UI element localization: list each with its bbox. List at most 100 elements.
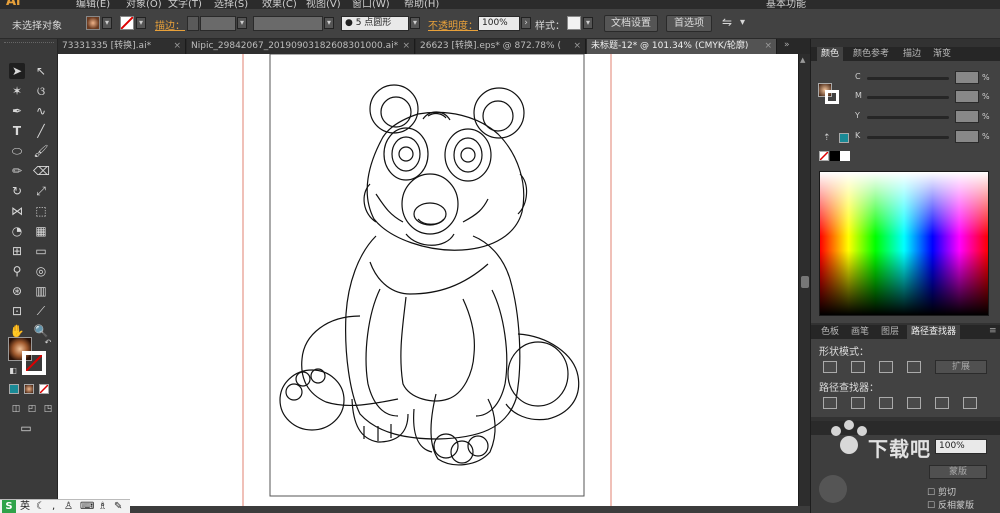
- none-mode-icon[interactable]: [39, 384, 49, 394]
- out-of-gamut-icon[interactable]: ⇡: [823, 133, 831, 143]
- tab-pathfinder[interactable]: 路径查找器: [907, 325, 961, 339]
- direct-selection-tool-icon[interactable]: ↖: [33, 63, 49, 79]
- menu-window[interactable]: 窗口(W): [352, 0, 390, 9]
- stroke-swatch[interactable]: [120, 16, 134, 30]
- color-mode-icon[interactable]: [9, 384, 19, 394]
- channel-k-slider[interactable]: [867, 136, 949, 139]
- gradient-tool-icon[interactable]: ▭: [33, 243, 49, 259]
- unite-icon[interactable]: [823, 361, 837, 373]
- intersect-icon[interactable]: [879, 361, 893, 373]
- selection-tool-icon[interactable]: ➤: [9, 63, 25, 79]
- minus-front-icon[interactable]: [851, 361, 865, 373]
- free-transform-icon[interactable]: ⬚: [33, 203, 49, 219]
- lasso-icon[interactable]: ଓ: [33, 83, 49, 99]
- default-colors-icon[interactable]: ◧: [5, 363, 21, 379]
- arrange-icon[interactable]: ⇋: [722, 15, 732, 29]
- opacity-arrow[interactable]: ›: [521, 17, 531, 29]
- menu-view[interactable]: 视图(V): [306, 0, 341, 9]
- stroke-label[interactable]: 描边：: [155, 17, 185, 32]
- close-icon[interactable]: ×: [764, 39, 772, 54]
- gradient-mode-icon[interactable]: [24, 384, 34, 394]
- close-icon[interactable]: ×: [402, 39, 410, 54]
- keyboard-icon[interactable]: ⌨: [80, 500, 94, 513]
- style-dropdown[interactable]: ▾: [583, 17, 593, 29]
- brush-dropdown[interactable]: ▾: [410, 17, 420, 29]
- screen-mode-icon[interactable]: ▭: [18, 420, 34, 436]
- punctuation-icon[interactable]: ,: [52, 500, 55, 513]
- invert-mask-checkbox[interactable]: ☐ 反相蒙版: [927, 498, 974, 511]
- width-tool-icon[interactable]: ⋈: [9, 203, 25, 219]
- skin-icon[interactable]: ♗: [98, 500, 107, 513]
- tab-layers[interactable]: 图层: [877, 325, 903, 339]
- stroke-dropdown[interactable]: ▾: [136, 17, 146, 29]
- expand-button[interactable]: 扩展: [935, 360, 987, 374]
- channel-y-input[interactable]: [955, 110, 979, 123]
- shape-builder-icon[interactable]: ◔: [9, 223, 25, 239]
- ime-logo[interactable]: S: [2, 500, 16, 513]
- make-mask-button[interactable]: 蒙版: [929, 465, 987, 479]
- curvature-tool-icon[interactable]: ∿: [33, 103, 49, 119]
- stroke-stepper[interactable]: [187, 16, 199, 31]
- gamut-color-swatch[interactable]: [839, 133, 849, 143]
- tab-untitled-12[interactable]: 未标题-12* @ 101.34% (CMYK/轮廓) ×: [587, 39, 777, 54]
- opacity-input[interactable]: 100%: [478, 16, 520, 31]
- draw-inside-icon[interactable]: ◳: [40, 401, 56, 417]
- menu-type[interactable]: 文字(T): [168, 0, 202, 9]
- tab-color-guide[interactable]: 颜色参考: [849, 47, 893, 61]
- close-icon[interactable]: ×: [173, 39, 181, 54]
- panel-grip[interactable]: [4, 42, 54, 45]
- tab-swatches[interactable]: 色板: [817, 325, 843, 339]
- type-tool-icon[interactable]: T: [9, 123, 25, 139]
- tools-icon[interactable]: ✎: [114, 500, 122, 513]
- channel-m-slider[interactable]: [867, 96, 949, 99]
- tab-73331335[interactable]: 73331335 [转换].ai* ×: [58, 39, 186, 54]
- pencil-icon[interactable]: ✏: [9, 163, 25, 179]
- menu-edit[interactable]: 编辑(E): [76, 0, 110, 9]
- voice-icon[interactable]: ♙: [64, 500, 73, 513]
- channel-m-input[interactable]: [955, 90, 979, 103]
- slice-tool-icon[interactable]: ⟋: [33, 303, 49, 319]
- ime-language-toggle[interactable]: 英: [20, 500, 30, 513]
- draw-normal-icon[interactable]: ◫: [8, 401, 24, 417]
- tab-brushes[interactable]: 画笔: [847, 325, 873, 339]
- scroll-up-icon[interactable]: ▲: [800, 56, 805, 64]
- none-swatch[interactable]: [819, 151, 829, 161]
- opacity-label[interactable]: 不透明度：: [428, 17, 478, 32]
- stroke-weight-input[interactable]: [200, 16, 236, 31]
- vertical-scrollbar[interactable]: ▲: [798, 54, 810, 506]
- brush-definition[interactable]: ● 5 点圆形: [341, 16, 409, 31]
- arrange-dropdown[interactable]: ▾: [740, 17, 745, 28]
- perspective-grid-icon[interactable]: ▦: [33, 223, 49, 239]
- fill-dropdown[interactable]: ▾: [102, 17, 112, 29]
- channel-y-slider[interactable]: [867, 116, 949, 119]
- moon-icon[interactable]: ☾: [36, 500, 45, 513]
- color-stroke-preview[interactable]: [825, 90, 839, 104]
- rotate-tool-icon[interactable]: ↻: [9, 183, 25, 199]
- scale-tool-icon[interactable]: ⤢: [33, 183, 49, 199]
- panel-menu-icon[interactable]: ≡: [989, 326, 997, 336]
- document-setup-button[interactable]: 文档设置: [604, 15, 658, 32]
- swap-colors-icon[interactable]: ↶: [40, 335, 56, 351]
- preferences-button[interactable]: 首选项: [666, 15, 712, 32]
- color-spectrum[interactable]: [819, 171, 989, 316]
- artboard-canvas[interactable]: [58, 54, 798, 506]
- channel-c-input[interactable]: [955, 71, 979, 84]
- magic-wand-icon[interactable]: ✶: [9, 83, 25, 99]
- paintbrush-icon[interactable]: 🖌: [33, 143, 49, 159]
- menu-select[interactable]: 选择(S): [214, 0, 248, 9]
- column-graph-icon[interactable]: ▥: [33, 283, 49, 299]
- tab-stroke[interactable]: 描边: [899, 47, 925, 61]
- clip-checkbox[interactable]: ☐ 剪切: [927, 485, 956, 498]
- channel-c-slider[interactable]: [867, 77, 949, 80]
- exclude-icon[interactable]: [907, 361, 921, 373]
- draw-behind-icon[interactable]: ◰: [24, 401, 40, 417]
- menu-object[interactable]: 对象(O): [126, 0, 162, 9]
- pen-tool-icon[interactable]: ✒: [9, 103, 25, 119]
- eraser-icon[interactable]: ⌫: [33, 163, 50, 179]
- close-icon[interactable]: ×: [573, 39, 581, 54]
- menu-help[interactable]: 帮助(H): [404, 0, 439, 9]
- graphic-style-swatch[interactable]: [567, 16, 581, 30]
- blend-tool-icon[interactable]: ◎: [33, 263, 49, 279]
- white-swatch[interactable]: [840, 151, 850, 161]
- variable-width-profile[interactable]: [253, 16, 323, 31]
